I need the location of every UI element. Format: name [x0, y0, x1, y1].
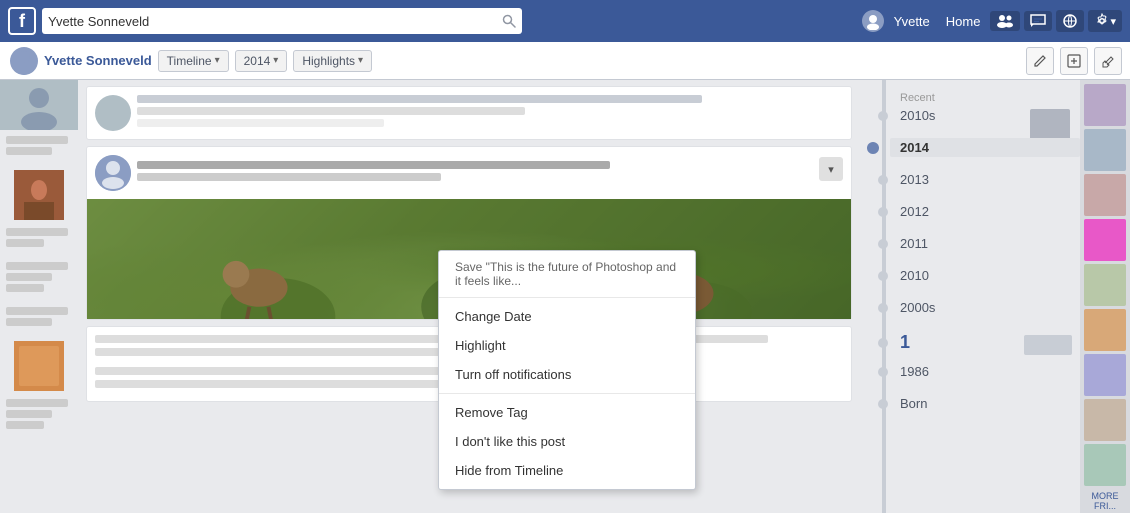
facebook-logo: f [8, 7, 36, 35]
tl-year-2012[interactable]: 2012 [900, 202, 1080, 221]
highlight-item[interactable]: Highlight [439, 331, 695, 360]
menu-separator-2 [439, 393, 695, 394]
highlights-button[interactable]: Highlights ▾ [293, 50, 372, 72]
tl-row-2010s: 2010s [900, 106, 1080, 136]
tl-row-2013: 2013 [900, 170, 1080, 200]
far-right-panel: MORE FRI... [1080, 80, 1130, 513]
search-button[interactable] [502, 14, 516, 28]
save-item[interactable]: Save "This is the future of Photoshop an… [439, 255, 695, 293]
dont-like-item[interactable]: I don't like this post [439, 427, 695, 456]
fr-thumb-3 [1084, 174, 1126, 216]
tl-year-2013[interactable]: 2013 [900, 170, 1080, 189]
feed-card-1 [86, 86, 852, 140]
menu-separator-1 [439, 297, 695, 298]
ls-item-2 [0, 224, 78, 254]
profile-name: Yvette Sonneveld [44, 53, 152, 68]
friends-icon-btn[interactable] [990, 11, 1020, 31]
tl-row-born: Born [900, 394, 1080, 424]
nav-right: Yvette Home ▾ [862, 10, 1122, 33]
top-navigation: f Yvette Home ▾ [0, 0, 1130, 42]
pwm-text [137, 161, 813, 185]
tl-row-2012: 2012 [900, 202, 1080, 232]
profile-bar-icons [1026, 47, 1122, 75]
turn-off-notifications-item[interactable]: Turn off notifications [439, 360, 695, 389]
fr-thumb-7 [1084, 354, 1126, 396]
tl-row-num: 1 [900, 330, 1080, 360]
ls-avatar [0, 80, 78, 130]
right-sidebar: Recent 2010s 2014 2013 2012 2011 2010 20… [860, 80, 1080, 513]
change-date-item[interactable]: Change Date [439, 302, 695, 331]
ls-item-5 [0, 395, 78, 436]
ls-item-1 [0, 132, 78, 162]
globe-icon-btn[interactable] [1056, 10, 1084, 32]
update-icon-btn[interactable] [1060, 47, 1088, 75]
tl-row-2011: 2011 [900, 234, 1080, 264]
ls-thumb-2 [14, 341, 64, 391]
center-feed: ▾ [78, 80, 860, 513]
hide-from-timeline-item[interactable]: Hide from Timeline [439, 456, 695, 485]
feed-avatar-1 [95, 95, 131, 131]
ls-item-3 [0, 258, 78, 299]
fr-thumb-5 [1084, 264, 1126, 306]
pwm-header: ▾ [87, 147, 851, 199]
recent-label: Recent [900, 92, 1080, 104]
tl-row-1986: 1986 [900, 362, 1080, 392]
fr-thumb-4 [1084, 219, 1126, 261]
tl-year-2000s[interactable]: 2000s [900, 298, 1080, 317]
tl-row-2014: 2014 [900, 138, 1080, 168]
tl-thumb-num [1024, 335, 1072, 355]
tl-year-2014[interactable]: 2014 [890, 138, 1080, 157]
search-input[interactable] [48, 14, 502, 29]
edit-icon-btn[interactable] [1026, 47, 1054, 75]
timeline-button[interactable]: Timeline ▾ [158, 50, 229, 72]
dropdown-menu: Save "This is the future of Photoshop an… [438, 250, 696, 490]
tl-row-2010: 2010 [900, 266, 1080, 296]
tl-year-2011[interactable]: 2011 [900, 234, 1080, 253]
profile-thumbnail [10, 47, 38, 75]
pwm-avatar [95, 155, 131, 191]
fr-thumb-6 [1084, 309, 1126, 351]
tl-year-2010[interactable]: 2010 [900, 266, 1080, 285]
timeline-items: Recent 2010s 2014 2013 2012 2011 2010 20… [860, 80, 1080, 432]
more-friends-label: MORE FRI... [1080, 491, 1130, 511]
tl-year-born[interactable]: Born [900, 394, 1080, 413]
nav-username[interactable]: Yvette [888, 10, 936, 33]
fr-thumb-8 [1084, 399, 1126, 441]
remove-tag-item[interactable]: Remove Tag [439, 398, 695, 427]
main-content: ▾ [0, 80, 1130, 513]
left-sidebar [0, 80, 78, 513]
post-menu-chevron[interactable]: ▾ [819, 157, 843, 181]
year-button[interactable]: 2014 ▾ [235, 50, 288, 72]
home-button[interactable]: Home [940, 10, 987, 33]
settings-icon-btn[interactable]: ▾ [1088, 10, 1122, 32]
fr-thumb-1 [1084, 84, 1126, 126]
ls-item-4 [0, 303, 78, 333]
ls-thumb-1 [14, 170, 64, 220]
tl-year-1986[interactable]: 1986 [900, 362, 1080, 381]
settings-profile-icon-btn[interactable] [1094, 47, 1122, 75]
nav-avatar [862, 10, 884, 32]
messenger-icon-btn[interactable] [1024, 11, 1052, 31]
fr-thumb-2 [1084, 129, 1126, 171]
search-bar [42, 8, 522, 34]
fr-thumb-9 [1084, 444, 1126, 486]
timeline-bar [882, 80, 886, 513]
profile-bar: Yvette Sonneveld Timeline ▾ 2014 ▾ Highl… [0, 42, 1130, 80]
tl-row-2000s: 2000s [900, 298, 1080, 328]
